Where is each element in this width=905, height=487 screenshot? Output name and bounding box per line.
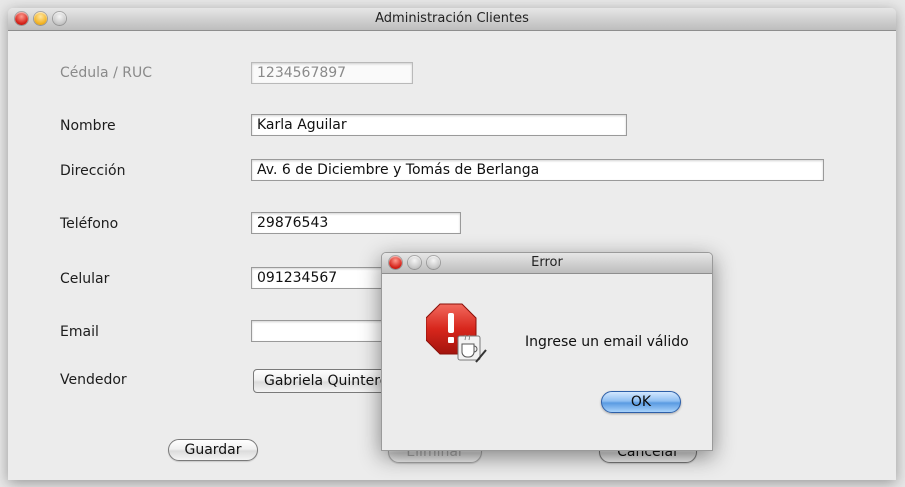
window-title: Administración Clientes: [375, 11, 529, 26]
vendedor-label: Vendedor: [60, 372, 127, 388]
minimize-icon: [408, 256, 421, 269]
email-label: Email: [60, 324, 99, 340]
dialog-titlebar[interactable]: Error: [382, 253, 712, 274]
nombre-label: Nombre: [60, 118, 116, 134]
close-icon[interactable]: [15, 12, 28, 25]
ok-button[interactable]: OK: [601, 391, 681, 413]
close-icon[interactable]: [389, 256, 402, 269]
cedula-label: Cédula / RUC: [60, 65, 152, 81]
error-dialog: Error Ingrese un email válido OK: [381, 252, 713, 451]
direccion-field[interactable]: Av. 6 de Diciembre y Tomás de Berlanga: [251, 159, 824, 181]
minimize-icon[interactable]: [34, 12, 47, 25]
zoom-icon[interactable]: [53, 12, 66, 25]
telefono-field[interactable]: 29876543: [251, 212, 461, 234]
guardar-button[interactable]: Guardar: [168, 439, 258, 461]
celular-label: Celular: [60, 271, 110, 287]
error-stop-sign-icon: [425, 302, 490, 368]
dialog-title: Error: [531, 255, 563, 270]
nombre-field[interactable]: Karla Aguilar: [251, 114, 627, 136]
cedula-field: 1234567897: [251, 62, 413, 84]
direccion-label: Dirección: [60, 163, 126, 179]
window-titlebar[interactable]: Administración Clientes: [8, 8, 896, 31]
telefono-label: Teléfono: [60, 216, 119, 232]
dialog-message: Ingrese un email válido: [525, 334, 689, 350]
zoom-icon: [427, 256, 440, 269]
